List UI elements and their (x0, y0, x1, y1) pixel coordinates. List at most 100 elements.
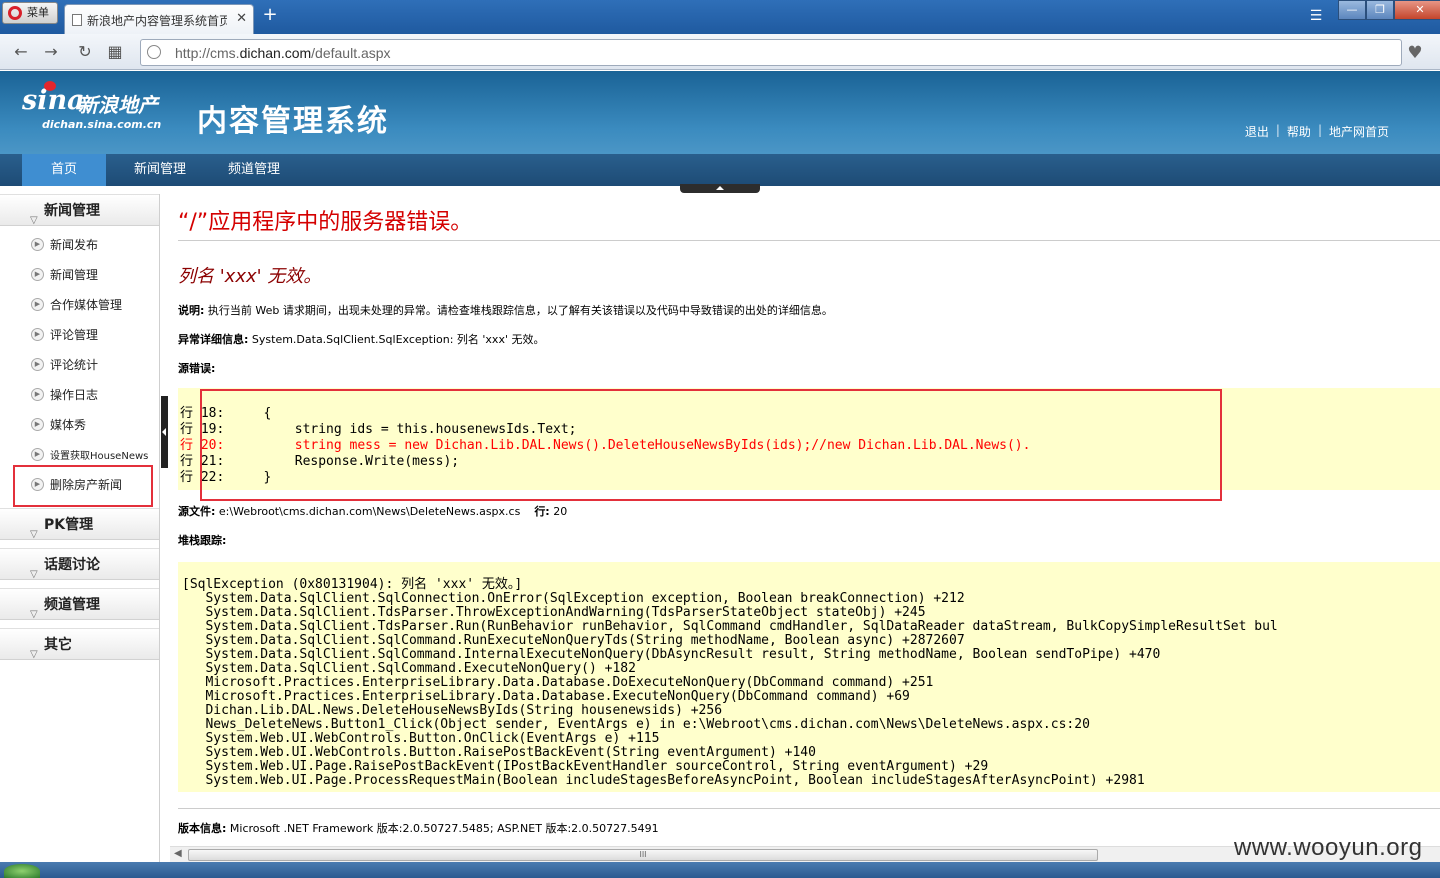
stack-trace-line: Microsoft.Practices.EnterpriseLibrary.Da… (182, 675, 934, 690)
browser-tab-bar: 菜单 新浪地产内容管理系统首页 ✕ + ☰ — ❐ ✕ (0, 0, 1440, 34)
sina-logo[interactable]: sina 新浪地产 dichan.sina.com.cn (22, 81, 172, 131)
forward-arrow-icon[interactable]: → (40, 42, 62, 62)
version-info: 版本信息: Microsoft .NET Framework 版本:2.0.50… (178, 822, 659, 835)
globe-icon (147, 45, 161, 59)
sidebar-item-media-show[interactable]: ▶ 媒体秀 (0, 410, 159, 440)
bullet-arrow-icon: ▶ (31, 268, 44, 281)
stack-trace-line: Microsoft.Practices.EnterpriseLibrary.Da… (182, 689, 910, 704)
browser-menu-label: 菜单 (27, 6, 49, 19)
sidebar-group-label: 新闻管理 (44, 203, 100, 219)
sidebar-group-label: 频道管理 (44, 597, 100, 613)
sidebar-item-label: 媒体秀 (50, 418, 87, 432)
stack-trace-line: System.Web.UI.Page.RaisePostBackEvent(IP… (182, 759, 989, 774)
header-links: 退出 | 帮助 | 地产网首页 (1238, 123, 1396, 140)
error-subtitle: 列名 'xxx' 无效。 (178, 266, 322, 287)
nav-home[interactable]: 首页 (22, 154, 106, 186)
tab-menu-icon[interactable]: ☰ (1306, 8, 1326, 26)
sidebar-collapse-splitter[interactable] (161, 396, 168, 468)
portal-home-link[interactable]: 地产网首页 (1322, 123, 1396, 140)
logo-cn-text: 新浪地产 (78, 93, 158, 117)
sidebar-item-label: 新闻管理 (50, 268, 99, 282)
sidebar-group-pk[interactable]: ▽ PK管理 (0, 508, 159, 540)
sidebar-item-news-publish[interactable]: ▶ 新闻发布 (0, 230, 159, 260)
sina-eye-icon (44, 81, 56, 91)
sidebar-group-channels[interactable]: ▽ 频道管理 (0, 588, 159, 620)
reload-icon[interactable]: ↻ (74, 42, 96, 62)
sidebar-group-label: PK管理 (44, 517, 94, 533)
back-arrow-icon[interactable]: ← (10, 42, 32, 62)
tab-close-icon[interactable]: ✕ (236, 11, 247, 26)
nav-news-management[interactable]: 新闻管理 (122, 154, 198, 186)
minimize-button[interactable]: — (1338, 0, 1366, 20)
sidebar-item-partner-media[interactable]: ▶ 合作媒体管理 (0, 290, 159, 320)
stack-trace-line: System.Data.SqlClient.TdsParser.Run(RunB… (182, 619, 1278, 634)
sidebar-item-label: 评论管理 (50, 328, 99, 342)
stack-trace-line: System.Web.UI.WebControls.Button.RaisePo… (182, 745, 816, 760)
sidebar-item-label: 操作日志 (50, 388, 99, 402)
stack-trace-line: News_DeleteNews.Button1_Click(Object sen… (182, 717, 1090, 732)
sidebar-group-topics[interactable]: ▽ 话题讨论 (0, 548, 159, 580)
error-title: “/”应用程序中的服务器错误。 (178, 210, 473, 235)
address-bar: ← → ↻ ▦ http://cms.dichan.com/default.as… (0, 34, 1440, 70)
bullet-arrow-icon: ▶ (31, 418, 44, 431)
stack-trace-line: System.Data.SqlClient.SqlCommand.Execute… (182, 661, 636, 676)
window-close-button[interactable]: ✕ (1394, 0, 1440, 20)
bullet-arrow-icon: ▶ (31, 298, 44, 311)
help-link[interactable]: 帮助 (1280, 123, 1318, 140)
bullet-arrow-icon: ▶ (31, 328, 44, 341)
browser-tab-title: 新浪地产内容管理系统首页 (87, 14, 227, 28)
window-controls: — ❐ ✕ (1338, 0, 1440, 22)
sidebar-item-label: 新闻发布 (50, 238, 99, 252)
header-collapse-handle[interactable] (680, 184, 760, 193)
logout-link[interactable]: 退出 (1238, 123, 1276, 140)
sidebar-item-comment-stats[interactable]: ▶ 评论统计 (0, 350, 159, 380)
stack-trace-block: [SqlException (0x80131904): 列名 'xxx' 无效。… (178, 562, 1440, 792)
favorite-heart-icon[interactable]: ♥ (1404, 43, 1426, 63)
exception-details: 异常详细信息: System.Data.SqlClient.SqlExcepti… (178, 333, 545, 346)
stack-trace-line: Dichan.Lib.DAL.News.DeleteHouseNewsByIds… (182, 703, 723, 718)
sidebar-group-label: 话题讨论 (44, 557, 100, 573)
sidebar-group-label: 其它 (44, 637, 72, 653)
scrollbar-thumb[interactable]: III (188, 849, 1098, 861)
sidebar-item-label: 合作媒体管理 (50, 298, 123, 312)
stack-trace-line: System.Data.SqlClient.TdsParser.ThrowExc… (182, 605, 926, 620)
nav-channel-management[interactable]: 频道管理 (216, 154, 292, 186)
os-taskbar (0, 862, 1440, 878)
sidebar-item-news-manage[interactable]: ▶ 新闻管理 (0, 260, 159, 290)
sidebar-group-news[interactable]: ▽ 新闻管理 (0, 194, 159, 226)
bullet-arrow-icon: ▶ (31, 238, 44, 251)
bullet-arrow-icon: ▶ (31, 448, 44, 461)
left-sidebar: ▽ 新闻管理 ▶ 新闻发布 ▶ 新闻管理 ▶ 合作媒体管理 ▶ 评论管理 ▶ 评论统计 ▶… (0, 194, 160, 862)
expand-triangle-icon: ▽ (30, 529, 38, 540)
title-divider (178, 240, 1440, 241)
version-divider (178, 808, 1440, 809)
site-header: sina 新浪地产 dichan.sina.com.cn 内容管理系统 退出 |… (0, 71, 1440, 154)
new-tab-button[interactable]: + (260, 6, 280, 26)
sidebar-item-operation-log[interactable]: ▶ 操作日志 (0, 380, 159, 410)
sidebar-group-other[interactable]: ▽ 其它 (0, 628, 159, 660)
logo-domain-text: dichan.sina.com.cn (42, 118, 162, 131)
sidebar-item-label: 评论统计 (50, 358, 99, 372)
start-orb-icon[interactable] (4, 864, 40, 878)
expand-triangle-icon: ▽ (30, 649, 38, 660)
sidebar-item-label: 设置获取HouseNews (50, 451, 149, 462)
opera-logo-icon (8, 6, 22, 20)
url-text: http://cms.dichan.com/default.aspx (175, 45, 391, 61)
page-icon (72, 14, 82, 26)
browser-menu-button[interactable]: 菜单 (2, 2, 58, 24)
bullet-arrow-icon: ▶ (31, 388, 44, 401)
expand-triangle-icon: ▽ (30, 569, 38, 580)
scroll-left-icon[interactable]: ◀ (174, 848, 182, 859)
speed-dial-icon[interactable]: ▦ (104, 42, 126, 62)
expand-triangle-icon: ▽ (30, 609, 38, 620)
maximize-button[interactable]: ❐ (1366, 0, 1394, 20)
browser-tab-active[interactable]: 新浪地产内容管理系统首页 ✕ (64, 4, 254, 34)
url-field[interactable]: http://cms.dichan.com/default.aspx (140, 39, 1402, 66)
stack-trace-label: 堆栈跟踪: (178, 534, 227, 547)
system-title: 内容管理系统 (197, 104, 389, 139)
sidebar-item-comment-manage[interactable]: ▶ 评论管理 (0, 320, 159, 350)
source-file-info: 源文件: e:\Webroot\cms.dichan.com\News\Dele… (178, 505, 568, 518)
